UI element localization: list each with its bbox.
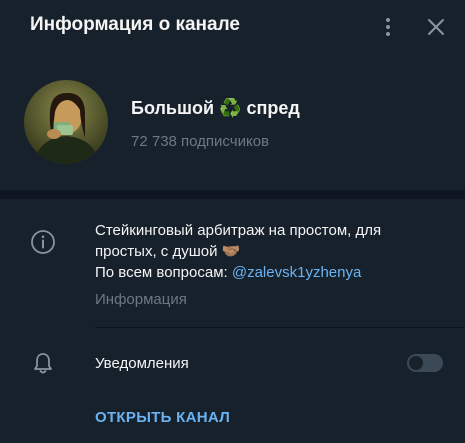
- section-divider: [0, 190, 465, 199]
- close-icon: [428, 19, 444, 35]
- page-title: Информация о канале: [30, 14, 240, 35]
- header: Информация о канале: [0, 0, 465, 54]
- more-button[interactable]: [377, 15, 399, 39]
- open-channel-button[interactable]: ОТКРЫТЬ КАНАЛ: [95, 409, 230, 426]
- channel-profile: Большой ♻️ спред 72 738 подписчиков: [0, 54, 465, 190]
- info-icon: [31, 230, 55, 254]
- info-label: Информация: [95, 291, 187, 308]
- channel-info-panel: Информация о канале Большой ♻️ спред 72 …: [0, 0, 465, 443]
- close-button[interactable]: [424, 15, 448, 39]
- channel-name: Большой ♻️ спред: [131, 98, 300, 118]
- info-section: Стейкинговый арбитраж на простом, для пр…: [0, 199, 465, 333]
- divider: [95, 327, 465, 328]
- more-vertical-icon: [386, 18, 390, 22]
- notifications-toggle[interactable]: [407, 354, 443, 372]
- toggle-knob: [409, 356, 423, 370]
- channel-description: Стейкинговый арбитраж на простом, для пр…: [95, 222, 382, 281]
- notifications-label: Уведомления: [95, 355, 189, 372]
- bell-icon: [34, 353, 52, 374]
- contact-link[interactable]: @zalevsk1yzhenya: [232, 264, 361, 281]
- notifications-row[interactable]: Уведомления: [0, 335, 465, 391]
- avatar[interactable]: [24, 80, 108, 164]
- subscriber-count: 72 738 подписчиков: [131, 133, 270, 150]
- recycle-emoji: ♻️: [219, 98, 242, 118]
